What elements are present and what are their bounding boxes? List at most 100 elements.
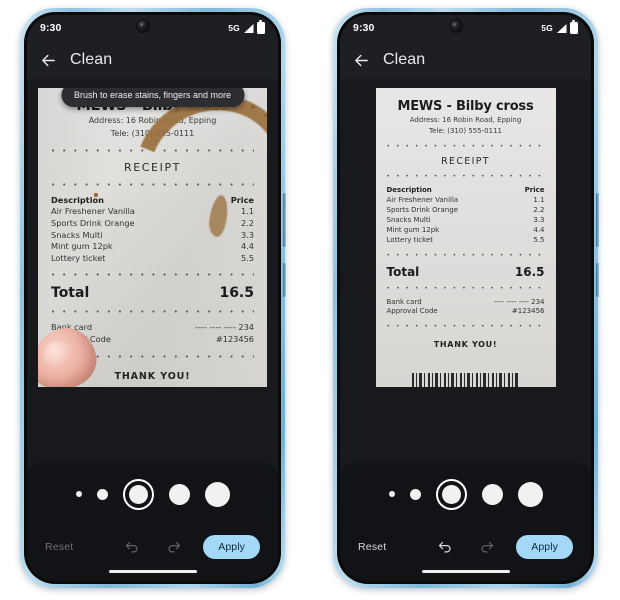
brush-size-4[interactable] xyxy=(481,483,503,505)
barcode xyxy=(411,373,520,387)
apply-button[interactable]: Apply xyxy=(203,535,260,559)
status-clock: 9:30 xyxy=(40,22,62,34)
phone-bezel-right: 9:30 5G Clean MEWS - Bilby cross Address… xyxy=(337,12,594,584)
item-price: 2.2 xyxy=(533,205,545,214)
receipt-table-header: Description Price xyxy=(387,186,545,196)
power-button-left[interactable] xyxy=(283,263,286,297)
brush-size-3-selected[interactable] xyxy=(435,478,467,510)
table-row: Lottery ticket 5.5 xyxy=(387,236,545,246)
table-row: Air Freshener Vanilla 1.1 xyxy=(387,196,545,206)
payment-row: Bank card ---- ---- ---- 234 xyxy=(387,298,545,308)
edit-toolbar-left: Reset Apply xyxy=(27,463,278,581)
status-bar-left: 9:30 5G xyxy=(27,15,278,41)
item-price: 4.4 xyxy=(533,225,545,234)
stain-splatter xyxy=(251,105,255,109)
table-row: Sports Drink Orange 2.2 xyxy=(387,206,545,216)
page-title: Clean xyxy=(383,51,426,68)
stain-splatter xyxy=(264,114,267,117)
apply-button[interactable]: Apply xyxy=(516,535,573,559)
edit-canvas-right[interactable]: MEWS - Bilby cross Address: 16 Robin Roa… xyxy=(340,79,591,463)
comparison-stage: 9:30 5G Clean Brush to erase stains, fin… xyxy=(0,0,620,600)
item-description: Lottery ticket xyxy=(386,235,434,244)
item-description: Air Freshener Vanilla xyxy=(51,206,135,217)
brush-size-2[interactable] xyxy=(409,488,421,500)
total-label: Total xyxy=(51,285,90,302)
reset-button[interactable]: Reset xyxy=(45,541,73,553)
photo-before[interactable]: Brush to erase stains, fingers and more … xyxy=(38,88,267,387)
receipt-section-title: RECEIPT xyxy=(441,155,490,167)
reset-button[interactable]: Reset xyxy=(358,541,386,553)
action-row: Reset Apply xyxy=(27,525,278,569)
brush-size-1[interactable] xyxy=(388,491,395,497)
volume-button-right[interactable] xyxy=(596,193,599,247)
status-bar-right: 9:30 5G xyxy=(340,15,591,41)
status-clock: 9:30 xyxy=(353,22,375,34)
signal-bars-icon xyxy=(244,23,254,33)
back-arrow-icon[interactable] xyxy=(353,52,370,69)
brush-size-1[interactable] xyxy=(75,491,82,497)
item-price: 5.5 xyxy=(240,252,254,263)
power-button-right[interactable] xyxy=(596,263,599,297)
receipt-divider: • • • • • • • • • • • • • • • • • • • • … xyxy=(386,284,545,292)
brush-size-selector[interactable] xyxy=(27,463,278,525)
receipt-image-clean: MEWS - Bilby cross Address: 16 Robin Roa… xyxy=(375,88,556,387)
phone-after: 9:30 5G Clean MEWS - Bilby cross Address… xyxy=(333,8,599,588)
payment-value: ---- ---- ---- 234 xyxy=(195,322,254,333)
redo-arrow-icon[interactable] xyxy=(479,540,494,555)
receipt-thanks: THANK YOU! xyxy=(433,340,498,350)
item-price: 4.4 xyxy=(240,241,254,252)
receipt-divider: • • • • • • • • • • • • • • • • • • • • … xyxy=(51,308,254,317)
item-description: Mint gum 12pk xyxy=(51,241,113,252)
payment-label: Approval Code xyxy=(386,307,438,316)
redo-arrow-icon[interactable] xyxy=(166,540,181,555)
table-row: Snacks Multi 3.3 xyxy=(387,216,545,226)
column-description: Description xyxy=(386,185,432,194)
brush-size-selector[interactable] xyxy=(340,463,591,525)
undo-arrow-icon[interactable] xyxy=(437,540,452,555)
app-bar-left: Clean xyxy=(27,41,278,79)
stain-splatter xyxy=(94,193,98,197)
home-gesture-bar[interactable] xyxy=(421,569,510,573)
brush-size-2[interactable] xyxy=(96,488,108,500)
front-camera-punch-hole xyxy=(449,20,462,32)
home-gesture-bar[interactable] xyxy=(108,569,197,573)
item-description: Air Freshener Vanilla xyxy=(386,195,459,204)
receipt-divider: • • • • • • • • • • • • • • • • • • • • … xyxy=(386,142,545,150)
edit-canvas-left[interactable]: Brush to erase stains, fingers and more … xyxy=(27,79,278,463)
brush-size-5[interactable] xyxy=(517,481,543,507)
item-description: Mint gum 12pk xyxy=(386,225,440,234)
receipt-divider: • • • • • • • • • • • • • • • • • • • • … xyxy=(386,323,545,331)
payment-value: #123456 xyxy=(511,307,545,316)
total-value: 16.5 xyxy=(219,285,254,302)
brush-size-5[interactable] xyxy=(204,481,230,507)
receipt-divider: • • • • • • • • • • • • • • • • • • • • … xyxy=(386,172,545,180)
total-label: Total xyxy=(386,264,420,279)
back-arrow-icon[interactable] xyxy=(40,52,57,69)
item-description: Snacks Multi xyxy=(51,229,103,240)
item-price: 3.3 xyxy=(533,215,545,224)
photo-after[interactable]: MEWS - Bilby cross Address: 16 Robin Roa… xyxy=(367,88,564,387)
page-title: Clean xyxy=(70,51,113,68)
item-price: 5.5 xyxy=(533,235,545,244)
column-price: Price xyxy=(524,185,545,194)
phone-screen-right: 9:30 5G Clean MEWS - Bilby cross Address… xyxy=(340,15,591,581)
volume-button-left[interactable] xyxy=(283,193,286,247)
undo-redo-group xyxy=(437,540,494,555)
total-value: 16.5 xyxy=(514,264,545,279)
brush-size-3-selected[interactable] xyxy=(122,478,154,510)
item-description: Lottery ticket xyxy=(51,252,106,263)
receipt-divider: • • • • • • • • • • • • • • • • • • • • … xyxy=(51,271,254,280)
receipt-store-name: MEWS - Bilby cross xyxy=(397,99,534,114)
phone-bezel-left: 9:30 5G Clean Brush to erase stains, fin… xyxy=(24,12,281,584)
item-price: 1.1 xyxy=(533,195,545,204)
status-icons: 5G xyxy=(228,20,265,34)
app-bar-right: Clean xyxy=(340,41,591,79)
item-description: Sports Drink Orange xyxy=(386,205,458,214)
table-row: Lottery ticket 5.5 xyxy=(51,253,254,265)
receipt-total: Total 16.5 xyxy=(387,265,545,279)
brush-size-4[interactable] xyxy=(168,483,190,505)
edit-toolbar-right: Reset Apply xyxy=(340,463,591,581)
receipt-address: Address: 16 Robin Road, Epping xyxy=(409,116,522,124)
front-camera-punch-hole xyxy=(136,20,149,32)
undo-arrow-icon[interactable] xyxy=(124,540,139,555)
